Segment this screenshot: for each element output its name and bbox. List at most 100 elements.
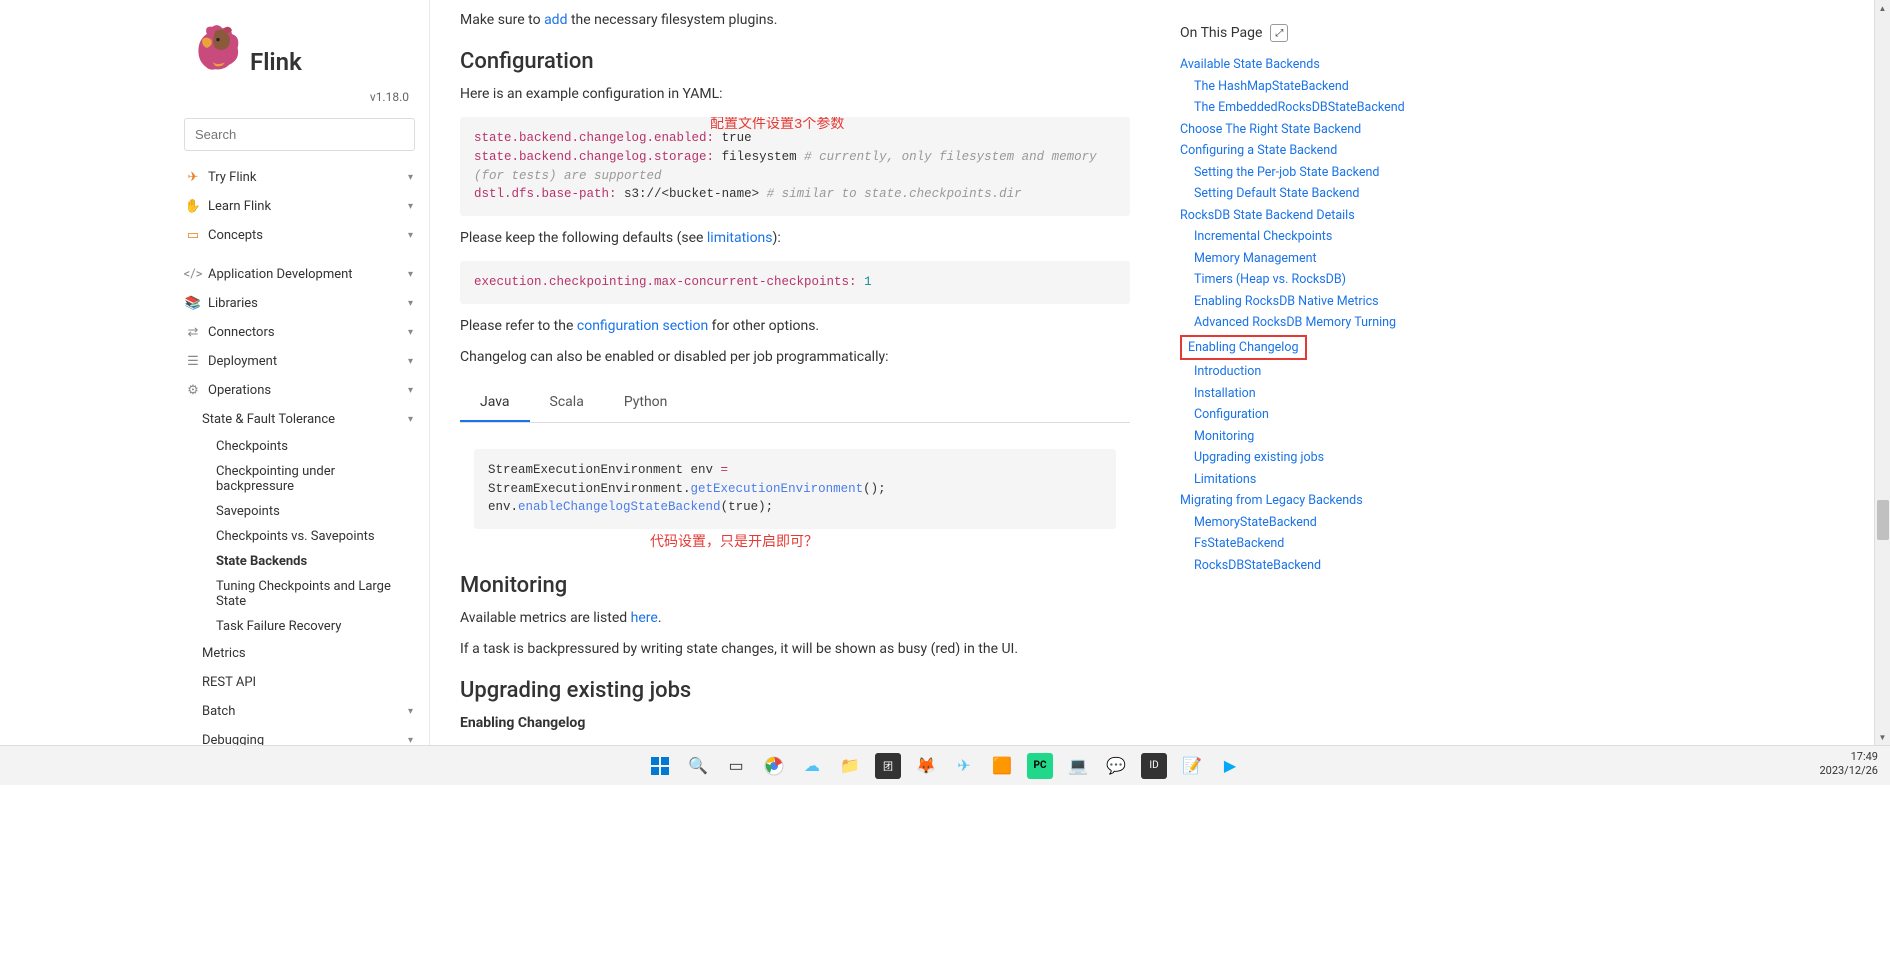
- app-icon-1[interactable]: ☁: [799, 753, 825, 779]
- nav-app-dev[interactable]: </>Application Development▾: [170, 260, 429, 289]
- pycharm-icon[interactable]: PC: [1027, 753, 1053, 779]
- nav-debugging[interactable]: Debugging▾: [202, 726, 429, 745]
- toc-link[interactable]: Migrating from Legacy Backends: [1180, 490, 1495, 512]
- scroll-up-icon[interactable]: ▲: [1875, 0, 1890, 16]
- nav-metrics[interactable]: Metrics: [202, 639, 429, 668]
- scroll-down-icon[interactable]: ▼: [1875, 729, 1890, 745]
- nav-libraries[interactable]: 📚Libraries▾: [170, 289, 429, 318]
- chevron-down-icon: ▾: [408, 230, 413, 241]
- clock[interactable]: 17:49 2023/12/26: [1819, 750, 1878, 779]
- backpressure-text: If a task is backpressured by writing st…: [460, 639, 1130, 660]
- squirrel-icon: [190, 20, 246, 76]
- app-icon-7[interactable]: 📝: [1179, 753, 1205, 779]
- add-link[interactable]: add: [544, 12, 567, 28]
- enabling-subheading: Enabling Changelog: [460, 713, 1130, 734]
- limitations-link[interactable]: limitations: [707, 230, 773, 246]
- toc-link[interactable]: Enabling Changelog: [1188, 340, 1299, 355]
- toc-link[interactable]: Enabling RocksDB Native Metrics: [1180, 291, 1495, 313]
- nav-operations[interactable]: ⚙Operations▾: [170, 376, 429, 405]
- chrome-icon[interactable]: [761, 753, 787, 779]
- code-tabs: Java Scala Python: [460, 384, 1130, 423]
- toc-link[interactable]: FsStateBackend: [1180, 533, 1495, 555]
- chevron-down-icon: ▾: [408, 327, 413, 338]
- toc-link[interactable]: Introduction: [1180, 361, 1495, 383]
- book-icon: ▭: [186, 229, 200, 243]
- version-label: v1.18.0: [170, 86, 429, 118]
- code-icon: </>: [186, 268, 200, 282]
- chevron-down-icon: ▾: [408, 269, 413, 280]
- nav-deployment[interactable]: ☰Deployment▾: [170, 347, 429, 376]
- nav-checkpointing-bp[interactable]: Checkpointing under backpressure: [216, 459, 429, 499]
- nav-checkpoints[interactable]: Checkpoints: [216, 434, 429, 459]
- scrollbar[interactable]: ▲ ▼: [1874, 0, 1890, 745]
- file-explorer-icon[interactable]: 📁: [837, 753, 863, 779]
- toc-link[interactable]: Available State Backends: [1180, 54, 1495, 76]
- toc-link[interactable]: RocksDB State Backend Details: [1180, 205, 1495, 227]
- toc-link[interactable]: Upgrading existing jobs: [1180, 447, 1495, 469]
- annotation-1: 配置文件设置3个参数: [710, 117, 844, 136]
- nav-state-backends[interactable]: State Backends: [216, 549, 429, 574]
- scroll-thumb[interactable]: [1877, 500, 1889, 540]
- defaults-text: Please keep the following defaults (see …: [460, 228, 1130, 249]
- app-icon-5[interactable]: 💻: [1065, 753, 1091, 779]
- tab-content-java: StreamExecutionEnvironment env = StreamE…: [460, 423, 1130, 555]
- wechat-icon[interactable]: 💬: [1103, 753, 1129, 779]
- nav-batch[interactable]: Batch▾: [202, 697, 429, 726]
- toc-link[interactable]: Setting Default State Backend: [1180, 183, 1495, 205]
- nav-tuning[interactable]: Tuning Checkpoints and Large State: [216, 574, 429, 614]
- app-icon-4[interactable]: 🟧: [989, 753, 1015, 779]
- toc-link[interactable]: The HashMapStateBackend: [1180, 76, 1495, 98]
- logo[interactable]: Flink: [190, 20, 409, 76]
- toc-link[interactable]: MemoryStateBackend: [1180, 512, 1495, 534]
- nav-savepoints[interactable]: Savepoints: [216, 499, 429, 524]
- app-icon-3[interactable]: ✈: [951, 753, 977, 779]
- sidebar: Flink v1.18.0 ✈Try Flink▾ ✋Learn Flink▾ …: [170, 0, 430, 745]
- toc-link[interactable]: Configuring a State Backend: [1180, 140, 1495, 162]
- toc-link[interactable]: Incremental Checkpoints: [1180, 226, 1495, 248]
- toc-highlighted: Enabling Changelog: [1180, 335, 1307, 361]
- nav-try-flink[interactable]: ✈Try Flink▾: [170, 163, 429, 192]
- nav-rest-api[interactable]: REST API: [202, 668, 429, 697]
- nav-connectors[interactable]: ⇄Connectors▾: [170, 318, 429, 347]
- app-icon-6[interactable]: ID: [1141, 753, 1167, 779]
- defaults-code: execution.checkpointing.max-concurrent-c…: [460, 261, 1130, 304]
- nav-learn-flink[interactable]: ✋Learn Flink▾: [170, 192, 429, 221]
- chevron-down-icon: ▾: [408, 298, 413, 309]
- toc-link[interactable]: Monitoring: [1180, 426, 1495, 448]
- toc-link[interactable]: Memory Management: [1180, 248, 1495, 270]
- nav-concepts[interactable]: ▭Concepts▾: [170, 221, 429, 250]
- search-input[interactable]: [184, 118, 415, 151]
- toc-link[interactable]: Installation: [1180, 383, 1495, 405]
- chevron-down-icon: ▾: [408, 385, 413, 396]
- toc-link[interactable]: Choose The Right State Backend: [1180, 119, 1495, 141]
- here-link[interactable]: here: [631, 610, 658, 626]
- configuration-heading: Configuration: [460, 49, 1130, 74]
- upgrading-heading: Upgrading existing jobs: [460, 678, 1130, 703]
- tab-java[interactable]: Java: [460, 384, 530, 422]
- annotation-2: 代码设置，只是开启即可？: [650, 531, 818, 551]
- toc-link[interactable]: The EmbeddedRocksDBStateBackend: [1180, 97, 1495, 119]
- search-icon[interactable]: 🔍: [685, 753, 711, 779]
- nav-state-fault[interactable]: State & Fault Tolerance▾: [202, 405, 429, 434]
- toc-link[interactable]: Setting the Per-job State Backend: [1180, 162, 1495, 184]
- chevron-down-icon: ▾: [408, 201, 413, 212]
- config-section-link[interactable]: configuration section: [577, 318, 708, 334]
- toc-link[interactable]: Limitations: [1180, 469, 1495, 491]
- windows-start-icon[interactable]: [647, 753, 673, 779]
- toc-link[interactable]: Advanced RocksDB Memory Turning: [1180, 312, 1495, 334]
- tab-scala[interactable]: Scala: [530, 384, 604, 422]
- toc-link[interactable]: RocksDBStateBackend: [1180, 555, 1495, 577]
- app-icon-8[interactable]: ▶: [1217, 753, 1243, 779]
- nav-cp-vs-sp[interactable]: Checkpoints vs. Savepoints: [216, 524, 429, 549]
- toc-link[interactable]: Timers (Heap vs. RocksDB): [1180, 269, 1495, 291]
- firefox-icon[interactable]: 🦊: [913, 753, 939, 779]
- nav-task-failure[interactable]: Task Failure Recovery: [216, 614, 429, 639]
- app-icon-2[interactable]: 团: [875, 753, 901, 779]
- chevron-down-icon: ▾: [408, 414, 413, 425]
- toc-link[interactable]: Configuration: [1180, 404, 1495, 426]
- java-code: StreamExecutionEnvironment env = StreamE…: [474, 449, 1116, 529]
- pin-icon[interactable]: ⤢: [1270, 24, 1288, 42]
- taskbar: 🔍 ▭ ☁ 📁 团 🦊 ✈ 🟧 PC 💻 💬 ID 📝 ▶ 17:49 2023…: [0, 745, 1890, 785]
- tab-python[interactable]: Python: [604, 384, 688, 422]
- task-view-icon[interactable]: ▭: [723, 753, 749, 779]
